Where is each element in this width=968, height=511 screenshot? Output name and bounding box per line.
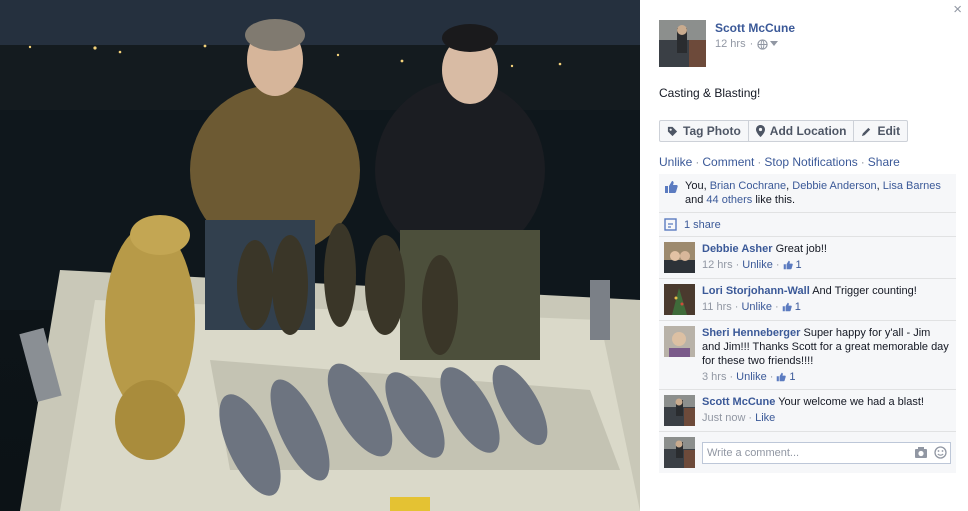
- likes-summary: You, Brian Cochrane, Debbie Anderson, Li…: [659, 174, 956, 212]
- avatar[interactable]: [664, 284, 695, 315]
- location-pin-icon: [755, 125, 765, 137]
- avatar[interactable]: [664, 242, 695, 273]
- comment-text: Great job!!: [775, 243, 827, 255]
- unlike-link[interactable]: Unlike: [659, 155, 692, 169]
- comment-like-link[interactable]: Like: [755, 411, 775, 425]
- author-avatar[interactable]: [659, 20, 706, 67]
- liker-link[interactable]: Debbie Anderson: [792, 180, 876, 192]
- liker-link[interactable]: Brian Cochrane: [710, 180, 786, 192]
- pencil-icon: [862, 127, 871, 136]
- comment-author[interactable]: Sheri Henneberger: [702, 327, 800, 339]
- comment-time[interactable]: 12 hrs: [702, 258, 733, 272]
- comment-composer: Write a comment...: [659, 431, 956, 473]
- comment-author[interactable]: Scott McCune: [702, 396, 775, 408]
- others-link[interactable]: 44 others: [706, 194, 752, 206]
- comment-text: Your welcome we had a blast!: [778, 396, 924, 408]
- tag-icon: [667, 126, 678, 136]
- stop-notifications-link[interactable]: Stop Notifications: [764, 155, 857, 169]
- comment-like-count[interactable]: 1: [795, 300, 801, 314]
- thumbs-up-icon: [783, 260, 793, 270]
- post-time[interactable]: 12 hrs: [715, 38, 746, 50]
- post-actions: Tag Photo Add Location Edit: [659, 120, 909, 142]
- comment-time[interactable]: 3 hrs: [702, 370, 726, 384]
- comment-input-placeholder: Write a comment...: [707, 446, 800, 459]
- post-sidebar: × Scott McCune 12 hrs · Casting & Blasti…: [640, 0, 968, 511]
- thumbs-up-icon: [782, 302, 792, 312]
- smiley-icon[interactable]: [934, 445, 947, 459]
- post-meta: 12 hrs ·: [715, 38, 779, 50]
- camera-icon[interactable]: [914, 446, 928, 459]
- share-link[interactable]: Share: [868, 155, 900, 169]
- comment-input[interactable]: Write a comment...: [702, 441, 951, 464]
- post-photo[interactable]: [0, 0, 640, 511]
- comment-like-count[interactable]: 1: [796, 258, 802, 272]
- tag-photo-button[interactable]: Tag Photo: [659, 120, 749, 142]
- photo-scene: [0, 0, 640, 511]
- globe-icon[interactable]: [757, 38, 779, 50]
- add-location-label: Add Location: [769, 124, 847, 138]
- comment: Debbie Asher Great job!! 12 hrs · Unlike ·…: [659, 236, 956, 278]
- shares-count: 1 share: [684, 218, 721, 231]
- thumbs-up-icon: [665, 181, 678, 193]
- avatar[interactable]: [664, 326, 695, 357]
- comment-unlike-link[interactable]: Unlike: [742, 258, 773, 272]
- post-links: Unlike · Comment · Stop Notifications · …: [659, 155, 900, 169]
- comment: Scott McCune Your welcome we had a blast…: [659, 389, 956, 431]
- edit-button[interactable]: Edit: [854, 120, 909, 142]
- comment-author[interactable]: Debbie Asher: [702, 243, 773, 255]
- comment-author[interactable]: Lori Storjohann-Wall: [702, 285, 810, 297]
- chevron-down-icon: [770, 41, 779, 46]
- avatar[interactable]: [664, 395, 695, 426]
- share-icon: [664, 218, 677, 231]
- feedback-panel: You, Brian Cochrane, Debbie Anderson, Li…: [659, 174, 956, 473]
- thumbs-up-icon: [777, 372, 787, 382]
- comment-unlike-link[interactable]: Unlike: [736, 370, 767, 384]
- comment-unlike-link[interactable]: Unlike: [741, 300, 772, 314]
- comment-text: And Trigger counting!: [812, 285, 917, 297]
- tag-photo-label: Tag Photo: [683, 124, 741, 138]
- comment-time[interactable]: Just now: [702, 411, 745, 425]
- comment-time[interactable]: 11 hrs: [702, 300, 732, 314]
- edit-label: Edit: [877, 124, 901, 138]
- comment-link[interactable]: Comment: [702, 155, 754, 169]
- shares-summary[interactable]: 1 share: [659, 212, 956, 236]
- comment: Sheri Henneberger Super happy for y'all …: [659, 320, 956, 389]
- post-text: Casting & Blasting!: [659, 86, 761, 100]
- comment-like-count[interactable]: 1: [789, 370, 795, 384]
- close-icon[interactable]: ×: [953, 2, 962, 17]
- comment: Lori Storjohann-Wall And Trigger countin…: [659, 278, 956, 320]
- post-author[interactable]: Scott McCune: [715, 21, 795, 35]
- avatar: [664, 437, 695, 468]
- liker-link[interactable]: Lisa Barnes: [883, 180, 941, 192]
- add-location-button[interactable]: Add Location: [748, 120, 855, 142]
